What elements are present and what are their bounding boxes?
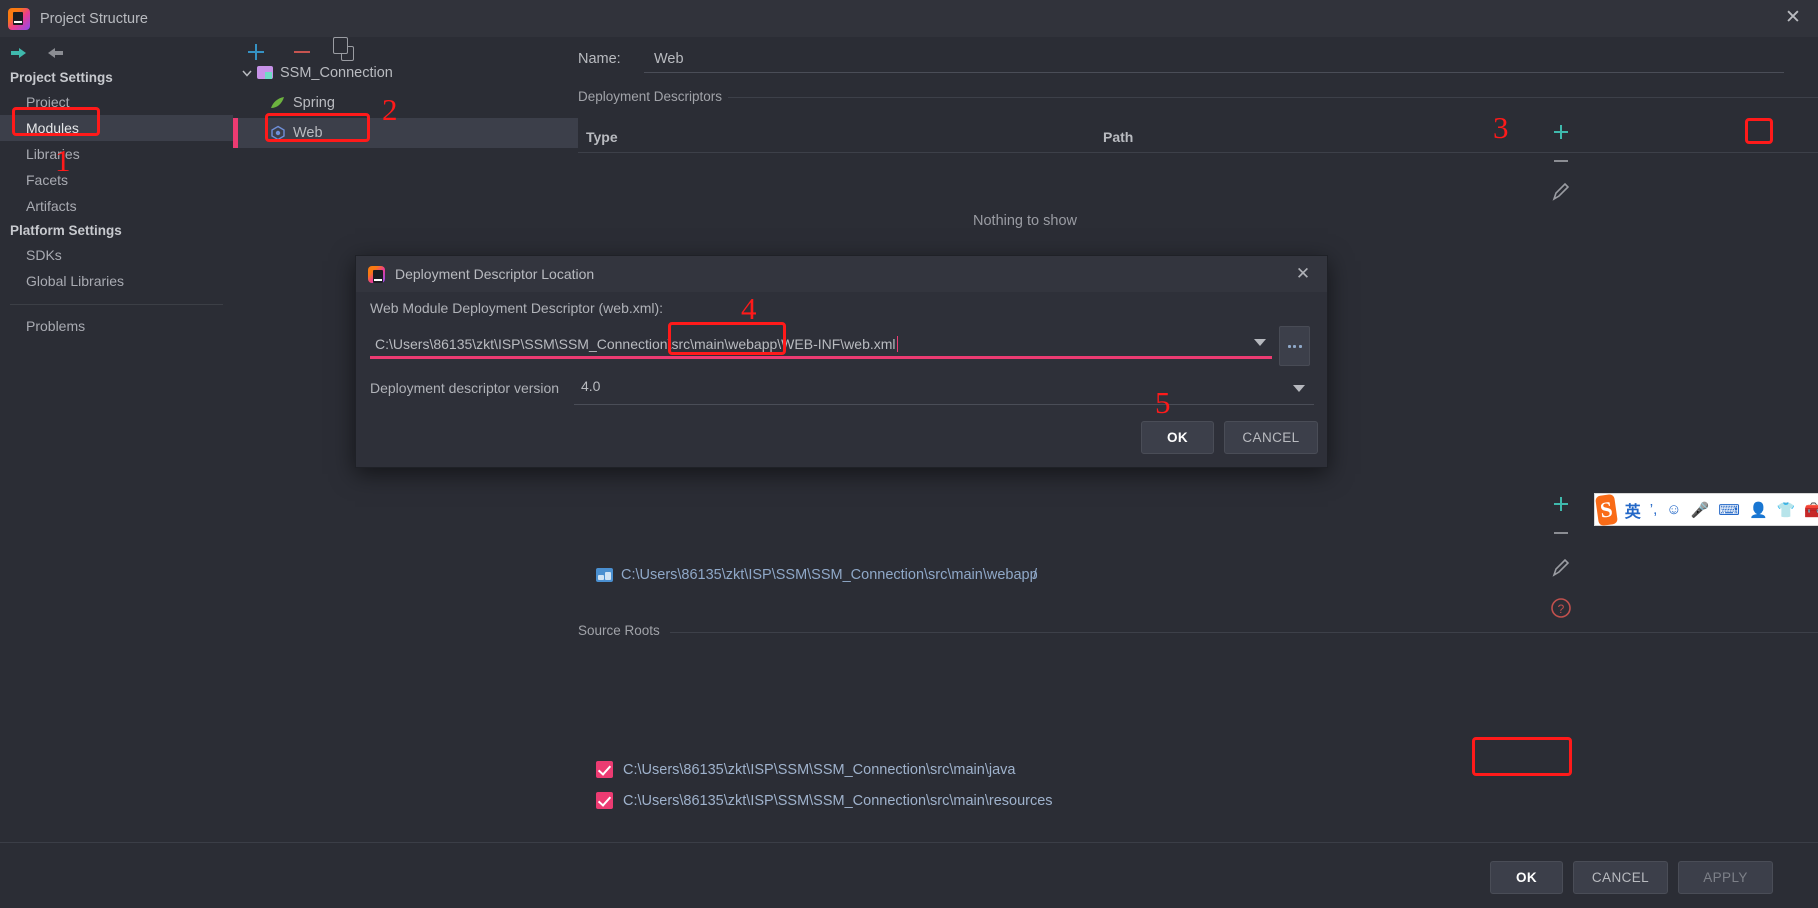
add-web-resource-button[interactable] bbox=[1548, 491, 1574, 517]
empty-table-message: Nothing to show bbox=[973, 213, 1077, 229]
close-icon[interactable]: ✕ bbox=[1293, 265, 1313, 285]
chevron-down-icon[interactable] bbox=[1293, 385, 1305, 392]
sidebar-divider bbox=[10, 304, 223, 305]
cancel-button[interactable]: CANCEL bbox=[1573, 861, 1668, 894]
browse-button[interactable] bbox=[1279, 326, 1310, 366]
text-caret bbox=[896, 336, 899, 352]
source-root-row[interactable]: C:\Users\86135\zkt\ISP\SSM\SSM_Connectio… bbox=[578, 754, 1818, 785]
page-title: Project Structure bbox=[40, 10, 148, 27]
skin-icon[interactable]: 👕 bbox=[1777, 501, 1796, 519]
emoji-icon[interactable]: ☺ bbox=[1666, 501, 1681, 518]
web-resource-folder-icon bbox=[596, 568, 613, 582]
selection-marker bbox=[233, 118, 238, 148]
punctuation-icon[interactable]: ’, bbox=[1650, 501, 1658, 518]
window-titlebar: Project Structure ✕ bbox=[0, 0, 1818, 37]
ok-button[interactable]: OK bbox=[1490, 861, 1563, 894]
intellij-idea-logo bbox=[8, 7, 30, 30]
apply-button[interactable]: APPLY bbox=[1678, 861, 1773, 894]
help-question-icon[interactable]: ? bbox=[1548, 595, 1574, 621]
add-descriptor-button[interactable] bbox=[1548, 119, 1574, 145]
nav-arrows bbox=[8, 42, 66, 64]
dialog-footer: OK CANCEL APPLY bbox=[0, 842, 1818, 908]
ime-mode-label[interactable]: 英 bbox=[1625, 498, 1641, 522]
module-name-field[interactable]: Web bbox=[644, 50, 1784, 73]
remove-web-resource-button[interactable] bbox=[1548, 520, 1574, 546]
sogou-ime-toolbar[interactable]: S 英 ’, ☺ 🎤 ⌨ 👤 👕 🧰 bbox=[1594, 493, 1818, 526]
module-name-label: Name: bbox=[578, 51, 621, 67]
sidebar-item-artifacts[interactable]: Artifacts bbox=[0, 193, 233, 219]
project-structure-window: Project Structure ✕ Project Settings Pro… bbox=[0, 0, 1818, 908]
table-header-divider bbox=[578, 152, 1818, 153]
descriptor-path-value: C:\Users\86135\zkt\ISP\SSM\SSM_Connectio… bbox=[375, 336, 896, 352]
sidebar-item-sdks[interactable]: SDKs bbox=[0, 242, 233, 268]
chevron-down-icon bbox=[242, 70, 252, 77]
sidebar-item-modules[interactable]: Modules bbox=[0, 115, 233, 141]
source-root-path: C:\Users\86135\zkt\ISP\SSM\SSM_Connectio… bbox=[623, 761, 1016, 778]
web-resource-mapping: / bbox=[1033, 567, 1038, 583]
dialog-titlebar: Deployment Descriptor Location ✕ bbox=[356, 256, 1327, 292]
tree-node-web[interactable]: Web bbox=[233, 118, 578, 148]
sidebar-group-platform-settings: Platform Settings bbox=[10, 223, 122, 238]
web-resource-row[interactable]: C:\Users\86135\zkt\ISP\SSM\SSM_Connectio… bbox=[578, 560, 1818, 590]
tree-node-spring[interactable]: Spring bbox=[233, 88, 578, 118]
microphone-icon[interactable]: 🎤 bbox=[1691, 501, 1710, 519]
module-detail-panel: Name: Web Deployment Descriptors Type Pa… bbox=[578, 37, 1818, 908]
tree-node-label: Web bbox=[293, 125, 323, 141]
chevron-down-icon[interactable] bbox=[1254, 339, 1266, 346]
sidebar-group-project-settings: Project Settings bbox=[10, 70, 113, 85]
sidebar-item-global-libraries[interactable]: Global Libraries bbox=[0, 268, 233, 294]
intellij-idea-logo bbox=[368, 265, 385, 283]
dialog-cancel-button[interactable]: CANCEL bbox=[1224, 421, 1318, 454]
close-icon[interactable]: ✕ bbox=[1782, 8, 1804, 30]
source-root-path: C:\Users\86135\zkt\ISP\SSM\SSM_Connectio… bbox=[623, 792, 1053, 809]
column-header-type: Type bbox=[586, 129, 618, 145]
keyboard-icon[interactable]: ⌨ bbox=[1718, 501, 1740, 519]
edit-web-resource-button[interactable] bbox=[1548, 555, 1574, 581]
module-tree-panel: SSM_Connection Spring Web bbox=[233, 37, 578, 908]
web-resource-path: C:\Users\86135\zkt\ISP\SSM\SSM_Connectio… bbox=[621, 567, 1038, 583]
source-root-checkbox[interactable] bbox=[596, 792, 613, 809]
version-field-underline bbox=[574, 404, 1314, 405]
descriptor-path-input[interactable]: C:\Users\86135\zkt\ISP\SSM\SSM_Connectio… bbox=[370, 329, 1270, 359]
sidebar-item-problems[interactable]: Problems bbox=[0, 313, 233, 339]
module-name-row: Name: Web bbox=[578, 50, 1784, 73]
settings-sidebar: Project Settings Project Modules Librari… bbox=[0, 37, 233, 908]
section-divider bbox=[670, 632, 1818, 633]
tree-node-label: Spring bbox=[293, 95, 335, 111]
sidebar-item-libraries[interactable]: Libraries bbox=[0, 141, 233, 167]
source-roots-section-label: Source Roots bbox=[578, 623, 669, 638]
section-divider bbox=[728, 97, 1818, 98]
source-root-row[interactable]: C:\Users\86135\zkt\ISP\SSM\SSM_Connectio… bbox=[578, 785, 1818, 816]
edit-descriptor-button[interactable] bbox=[1548, 179, 1574, 205]
deployment-descriptor-location-dialog: Deployment Descriptor Location ✕ Web Mod… bbox=[355, 255, 1328, 468]
descriptor-version-label: Deployment descriptor version bbox=[370, 380, 560, 396]
user-icon[interactable]: 👤 bbox=[1749, 501, 1768, 519]
dialog-title: Deployment Descriptor Location bbox=[395, 266, 595, 282]
sogou-logo-icon[interactable]: S bbox=[1595, 493, 1618, 526]
tree-node-ssm-connection[interactable]: SSM_Connection bbox=[233, 58, 578, 88]
tree-node-label: SSM_Connection bbox=[280, 65, 393, 81]
back-arrow-icon[interactable] bbox=[8, 42, 30, 64]
deployment-descriptors-section-label: Deployment Descriptors bbox=[578, 89, 732, 104]
module-name-value: Web bbox=[654, 51, 684, 67]
column-header-path: Path bbox=[1103, 129, 1134, 145]
ellipsis-icon bbox=[1287, 344, 1302, 348]
spring-leaf-icon bbox=[270, 96, 286, 110]
sidebar-item-project[interactable]: Project bbox=[0, 89, 233, 115]
module-folder-icon bbox=[257, 66, 273, 80]
remove-descriptor-button[interactable] bbox=[1548, 148, 1574, 174]
web-facet-icon bbox=[270, 125, 286, 141]
svg-text:?: ? bbox=[1558, 602, 1565, 616]
dialog-ok-button[interactable]: OK bbox=[1141, 421, 1214, 454]
source-root-checkbox[interactable] bbox=[596, 761, 613, 778]
field-underline bbox=[370, 356, 1272, 359]
sidebar-item-facets[interactable]: Facets bbox=[0, 167, 233, 193]
toolbox-icon[interactable]: 🧰 bbox=[1804, 501, 1818, 519]
descriptor-path-label: Web Module Deployment Descriptor (web.xm… bbox=[370, 300, 664, 316]
forward-arrow-icon[interactable] bbox=[44, 42, 66, 64]
descriptor-version-value: 4.0 bbox=[581, 378, 601, 394]
